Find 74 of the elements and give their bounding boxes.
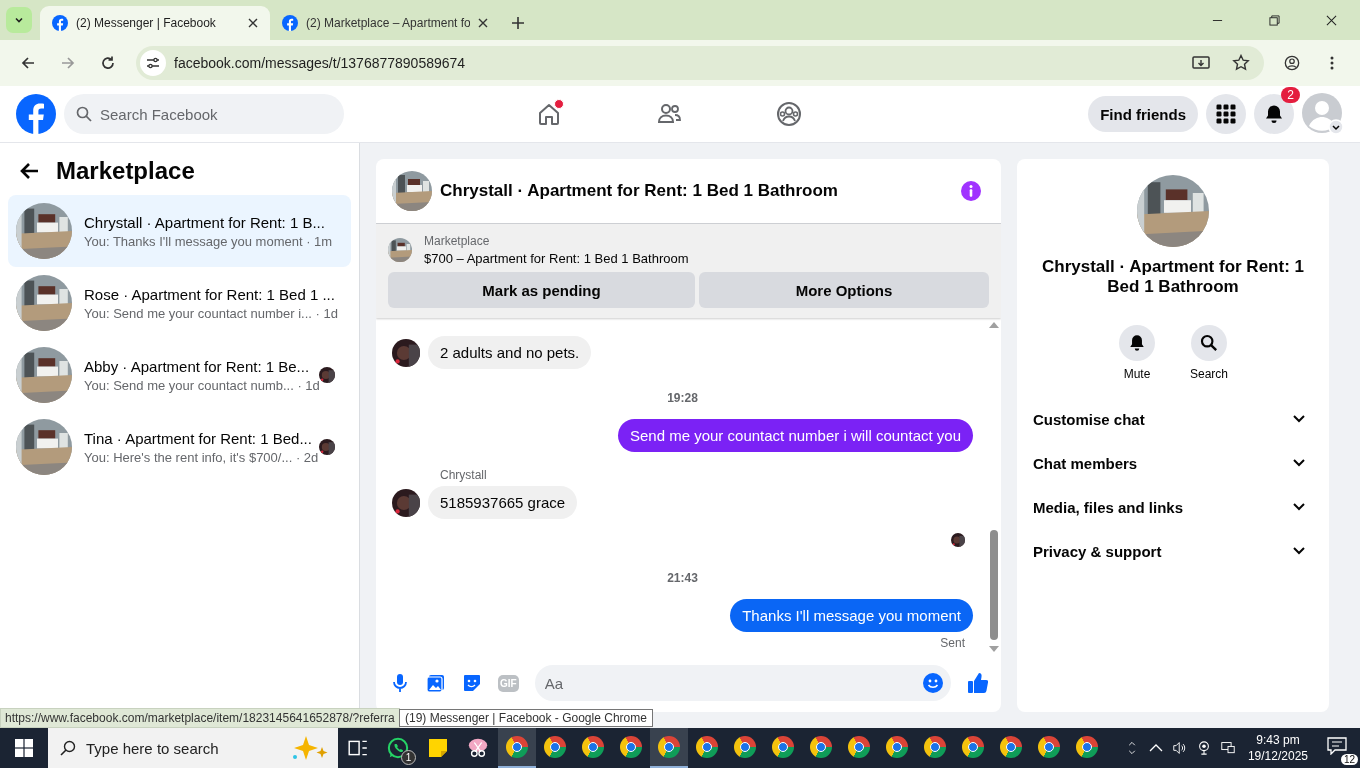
search-button[interactable] — [1191, 325, 1227, 361]
accordion-row[interactable]: Chat members — [1025, 441, 1321, 485]
accordion-row[interactable]: Media, files and links — [1025, 485, 1321, 529]
scroll-down-icon[interactable] — [989, 646, 999, 652]
conversation-title: Chrystall · Apartment for Rent: 1 Bed 1 Bathroom — [1041, 257, 1305, 297]
message-input-field[interactable]: Aa — [534, 665, 951, 701]
listing-action-button[interactable]: More Options — [699, 272, 989, 308]
search-icon — [76, 106, 92, 122]
search-field[interactable]: Search Facebook — [64, 94, 344, 134]
taskbar-search-field[interactable]: Type here to search — [48, 728, 338, 768]
sender-name: Chrystall — [440, 468, 487, 482]
groups-icon[interactable] — [776, 101, 802, 127]
message-bubble: 2 adults and no pets. — [428, 336, 592, 369]
status-url: https://www.facebook.com/marketplace/item/1823145641652878/?referra — [0, 708, 400, 728]
install-icon[interactable] — [1192, 54, 1210, 72]
tab-title: (2) Messenger | Facebook — [76, 16, 217, 30]
chat-title: Chrystall · Apartment for Rent: 1 Bed 1 Bathroom — [440, 181, 838, 201]
bookmark-star-icon[interactable] — [1232, 54, 1250, 72]
restore-icon[interactable] — [1269, 15, 1280, 26]
chrome-taskbar-button[interactable] — [498, 728, 536, 768]
timestamp: 21:43 — [667, 571, 698, 585]
home-icon[interactable] — [536, 101, 562, 127]
bell-icon — [1264, 104, 1284, 124]
listing-source: Marketplace — [424, 234, 491, 248]
facebook-icon — [282, 15, 298, 31]
tooltip: (19) Messenger | Facebook - Google Chrome — [399, 709, 653, 727]
browser-tab[interactable]: (2) Marketplace – Apartment fo — [270, 6, 500, 40]
close-icon[interactable] — [478, 18, 488, 28]
delivery-status: Sent — [940, 636, 965, 650]
message-bubble: Thanks I'll message you moment — [730, 599, 973, 632]
info-icon[interactable] — [961, 181, 981, 201]
bell-icon — [1128, 334, 1146, 352]
sticker-icon[interactable] — [462, 673, 482, 693]
photo-icon[interactable] — [426, 673, 446, 693]
listing-title[interactable]: $700 – Apartment for Rent: 1 Bed 1 Bathroom — [424, 251, 689, 266]
timestamp: 19:28 — [667, 391, 698, 405]
browser-tab[interactable]: (2) Messenger | Facebook — [40, 6, 270, 40]
facebook-logo[interactable] — [16, 94, 56, 134]
back-arrow-icon[interactable] — [20, 161, 40, 181]
notification-badge: 1 — [401, 750, 416, 765]
listing-action-button[interactable]: Mark as pending — [388, 272, 695, 308]
facebook-icon — [52, 15, 68, 31]
microphone-icon[interactable] — [390, 673, 410, 693]
conversation-item[interactable]: Tina · Apartment for Rent: 1 Bed... You: Here's the rent info, it's $700/... · 2d — [8, 411, 351, 483]
accordion-row[interactable]: Privacy & support — [1025, 529, 1321, 573]
menu-button[interactable] — [1206, 94, 1246, 134]
clock[interactable]: 9:43 pm 19/12/2025 — [1239, 732, 1316, 764]
mute-button[interactable] — [1119, 325, 1155, 361]
notification-badge: 2 — [1281, 87, 1300, 103]
conversation-item[interactable]: Rose · Apartment for Rent: 1 Bed 1 ... You: Send me your countact number i... · 1d — [8, 267, 351, 339]
new-tab-icon[interactable] — [512, 17, 524, 29]
grid-icon — [1216, 104, 1236, 124]
site-settings-icon[interactable] — [140, 50, 166, 76]
search-icon — [60, 740, 76, 756]
chrome-taskbar-button[interactable] — [650, 728, 688, 768]
close-icon[interactable] — [1326, 15, 1337, 26]
notification-count: 12 — [1340, 754, 1358, 765]
accordion-row[interactable]: Customise chat — [1025, 397, 1321, 441]
scrollbar-thumb[interactable] — [990, 530, 998, 640]
tab-title: (2) Marketplace – Apartment fo — [306, 16, 470, 30]
search-icon — [1200, 334, 1218, 352]
message-bubble: 5185937665 grace — [428, 486, 578, 519]
close-icon[interactable] — [248, 18, 258, 28]
sidebar-title: Marketplace — [56, 157, 195, 185]
conversation-item[interactable]: Abby · Apartment for Rent: 1 Be... You: Send me your countact numb... · 1d — [8, 339, 351, 411]
address-field[interactable]: facebook.com/messages/t/1376877890589674 — [136, 46, 1264, 80]
thumbs-up-icon[interactable] — [967, 672, 989, 694]
emoji-icon[interactable] — [923, 673, 943, 693]
message-bubble: Send me your countact number i will countact you — [618, 419, 973, 452]
find-friends-button[interactable]: Find friends — [1088, 96, 1198, 132]
scroll-up-icon[interactable] — [989, 322, 999, 328]
action-label: Mute — [1123, 367, 1151, 381]
conversation-item[interactable]: Chrystall · Apartment for Rent: 1 B... You: Thanks I'll message you moment · 1m — [8, 195, 351, 267]
action-label: Search — [1190, 367, 1228, 381]
